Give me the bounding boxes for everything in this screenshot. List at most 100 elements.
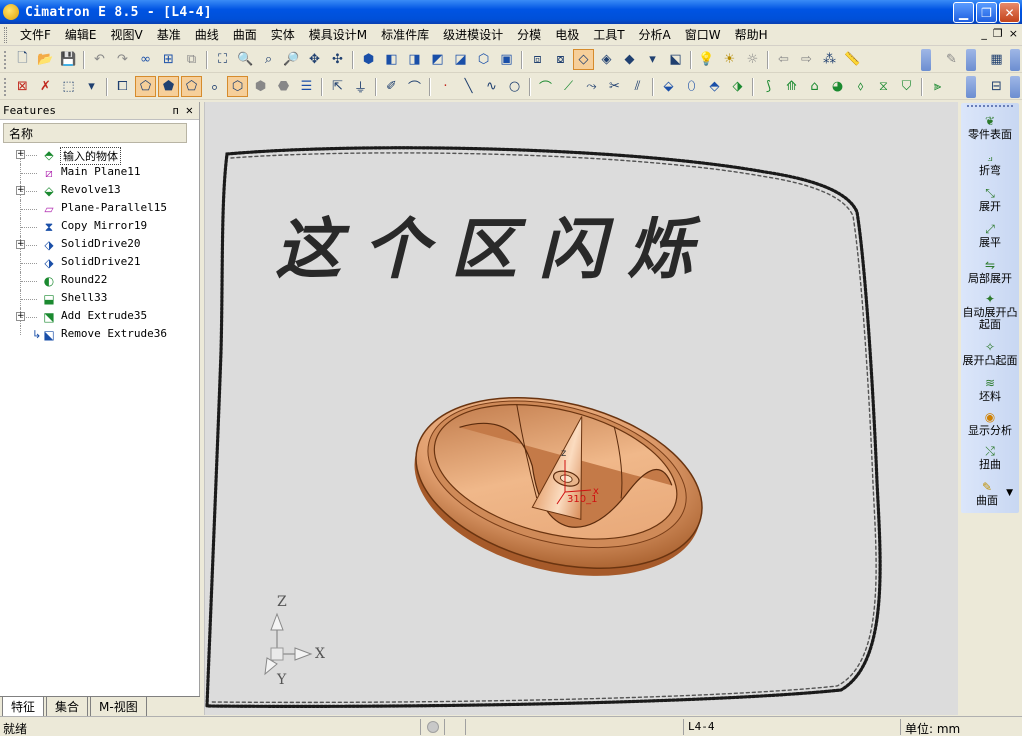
menu-view[interactable]: 视图V <box>104 26 150 43</box>
trim-icon[interactable]: ✂ <box>604 76 625 97</box>
maximize-button[interactable]: ❐ <box>976 2 997 23</box>
toolbar-overflow-icon[interactable] <box>921 49 931 71</box>
tab-sets[interactable]: 集合 <box>46 697 89 717</box>
palette-display-analysis[interactable]: ◉ 显示分析 <box>958 410 1022 437</box>
split-icon[interactable]: ⫸ <box>927 76 948 97</box>
tree-item-input-body[interactable]: + ⬘ 输入的物体 <box>3 146 199 165</box>
line-icon[interactable]: ╲ <box>458 76 479 97</box>
cursor-icon[interactable]: ⇱ <box>327 76 348 97</box>
prev-view-icon[interactable]: ⇦ <box>773 49 794 70</box>
pick-dropdown-icon[interactable]: ▾ <box>81 76 102 97</box>
menu-standard-parts[interactable]: 标准件库 <box>374 26 436 43</box>
render-icon[interactable]: ⬕ <box>665 49 686 70</box>
palette-twist[interactable]: ⤭ 扭曲 <box>958 444 1022 471</box>
clipboard-icon[interactable]: ⧉ <box>181 49 202 70</box>
menu-curve[interactable]: 曲线 <box>188 26 226 43</box>
surface-cap-icon[interactable]: ◕ <box>827 76 848 97</box>
shaded-mode-icon[interactable]: ◇ <box>573 49 594 70</box>
wireframe-mode-icon[interactable]: ◈ <box>596 49 617 70</box>
filter-sets-icon[interactable]: ⬢ <box>250 76 271 97</box>
filter-icon[interactable]: ⧠ <box>112 76 133 97</box>
pan-icon[interactable]: ✥ <box>304 49 325 70</box>
surface-drape-icon[interactable]: ⌂ <box>804 76 825 97</box>
graphics-viewport[interactable]: 这个区闪烁 z x 310_1 Z X Y <box>204 102 958 715</box>
menu-progressive-die[interactable]: 级进模设计 <box>436 26 510 43</box>
rotate-icon[interactable]: ✣ <box>327 49 348 70</box>
new-file-icon[interactable]: 🗋 <box>12 49 33 70</box>
filter-faces-icon[interactable]: ⬠ <box>135 76 156 97</box>
tree-item-shell[interactable]: ⬓ Shell33 <box>3 290 199 308</box>
palette-surface[interactable]: ✎ 曲面 ▼ <box>955 480 1019 507</box>
tab-m-view[interactable]: M-视图 <box>90 697 147 717</box>
tree-item-remove-extrude[interactable]: ↳ ⬕ Remove Extrude36 <box>3 326 199 344</box>
snap-icon[interactable]: ⊞ <box>158 49 179 70</box>
surface-blend-icon[interactable]: ⟆ <box>758 76 779 97</box>
mdi-minimize-button[interactable]: _ <box>981 27 987 40</box>
view-iso-icon[interactable]: ⬢ <box>358 49 379 70</box>
zoom-window-icon[interactable]: 🔍 <box>235 49 256 70</box>
palette-grip[interactable] <box>967 105 1013 107</box>
view-top-icon[interactable]: ◨ <box>404 49 425 70</box>
point-icon[interactable]: · <box>435 76 456 97</box>
revolve-tool-icon[interactable]: ⬯ <box>681 76 702 97</box>
toolbar-grip[interactable] <box>4 50 8 69</box>
tree-item-revolve[interactable]: + ⬙ Revolve13 <box>3 182 199 200</box>
view-bottom-icon[interactable]: ▣ <box>496 49 517 70</box>
surface-dropdown-icon[interactable]: ▼ <box>1006 487 1013 499</box>
tree-item-plane-parallel[interactable]: ▱ Plane-Parallel15 <box>3 200 199 218</box>
ruler-icon[interactable]: 📏 <box>842 49 863 70</box>
tab-features[interactable]: 特征 <box>2 697 45 717</box>
zoom-box-icon[interactable]: ⌕ <box>258 49 279 70</box>
link-icon[interactable]: ∞ <box>135 49 156 70</box>
menu-solid[interactable]: 实体 <box>264 26 302 43</box>
light-bulb-icon[interactable]: 💡 <box>696 49 717 70</box>
palette-auto-unfold-bosses[interactable]: ✦ 自动展开凸起面 <box>960 292 1020 331</box>
close-panel-icon[interactable]: ✕ <box>186 103 193 117</box>
hidden-line-icon[interactable]: ◆ <box>619 49 640 70</box>
view-right-icon[interactable]: ◩ <box>427 49 448 70</box>
menu-parting[interactable]: 分模 <box>510 26 548 43</box>
table-icon[interactable]: ▦ <box>986 49 1007 70</box>
palette-unfold-bosses[interactable]: ✧ 展开凸起面 <box>958 340 1022 367</box>
filter-curves-icon[interactable]: ⬠ <box>181 76 202 97</box>
menu-window[interactable]: 窗口W <box>678 26 728 43</box>
view-manager-icon[interactable]: ⧇ <box>550 49 571 70</box>
menu-analysis[interactable]: 分析A <box>632 26 678 43</box>
offset-curve-icon[interactable]: ⤳ <box>581 76 602 97</box>
surface-loft-icon[interactable]: ⟰ <box>781 76 802 97</box>
save-icon[interactable]: 💾 <box>58 49 79 70</box>
circle-icon[interactable]: ○ <box>504 76 525 97</box>
tree-item-soliddrive21[interactable]: ⬗ SolidDrive21 <box>3 254 199 272</box>
surface-round-icon[interactable]: ⧖ <box>873 76 894 97</box>
view-list-icon[interactable]: ⧈ <box>527 49 548 70</box>
view-front-icon[interactable]: ◧ <box>381 49 402 70</box>
toolbar-overflow-icon[interactable] <box>966 76 976 98</box>
minimize-button[interactable]: ▁ <box>953 2 974 23</box>
tree-item-add-extrude[interactable]: + ⬔ Add Extrude35 <box>3 308 199 326</box>
palette-local-unfold[interactable]: ⇋ 局部展开 <box>958 258 1022 285</box>
funnel-icon[interactable]: ⏚ <box>350 76 371 97</box>
sketch-curve-icon[interactable]: ⌒ <box>404 76 425 97</box>
filter-list-icon[interactable]: ☰ <box>296 76 317 97</box>
menu-grip[interactable] <box>4 26 7 43</box>
filter-objects-icon[interactable]: ⬡ <box>227 76 248 97</box>
divide-icon[interactable]: ⫽ <box>627 76 648 97</box>
menu-edit[interactable]: 编辑E <box>58 26 104 43</box>
menu-help[interactable]: 帮助H <box>728 26 775 43</box>
fillet-curve-icon[interactable]: ⟋ <box>558 76 579 97</box>
sketch-icon[interactable]: ✐ <box>381 76 402 97</box>
menu-datum[interactable]: 基准 <box>150 26 188 43</box>
toolbar-overflow-icon[interactable] <box>966 49 976 71</box>
view-back-icon[interactable]: ⬡ <box>473 49 494 70</box>
mdi-close-button[interactable]: × <box>1009 27 1018 40</box>
toolbar-grip[interactable] <box>4 77 8 96</box>
extrude-icon[interactable]: ⬙ <box>658 76 679 97</box>
menu-tools[interactable]: 工具T <box>586 26 631 43</box>
pick-icon[interactable]: ⬚ <box>58 76 79 97</box>
toolbar-overflow-icon[interactable] <box>1010 49 1020 71</box>
properties-icon[interactable]: ⊟ <box>986 76 1007 97</box>
drive-icon[interactable]: ⬗ <box>727 76 748 97</box>
filter-points-icon[interactable]: ⸰ <box>204 76 225 97</box>
3d-part-model[interactable] <box>396 370 720 604</box>
redo-icon[interactable]: ↷ <box>112 49 133 70</box>
